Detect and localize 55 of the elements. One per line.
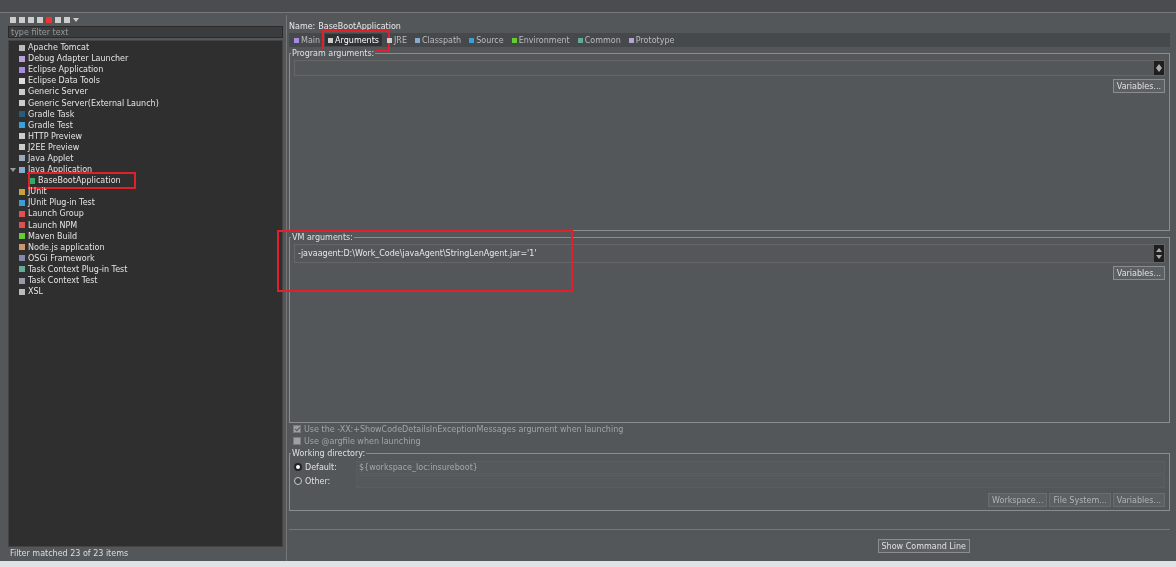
tab[interactable]: Arguments (325, 34, 382, 46)
checkbox-label: Use the -XX:+ShowCodeDetailsInExceptionMessages argument when launching (304, 424, 624, 434)
radio-label: Default: (305, 462, 338, 472)
tree-item[interactable]: Apache Tomcat (28, 43, 90, 53)
scroll-up-icon[interactable] (1156, 248, 1162, 252)
group-title: Program arguments: (291, 49, 376, 58)
tree-item[interactable]: BaseBootApplication (38, 176, 121, 186)
scrollbar[interactable] (1154, 245, 1164, 262)
variables-button[interactable]: Variables... (1112, 266, 1165, 280)
scroll-down-icon[interactable] (1156, 255, 1162, 259)
menu-icon[interactable] (73, 18, 79, 22)
name-label: Name: (289, 21, 316, 31)
tree-item[interactable]: J2EE Preview (28, 142, 80, 152)
group-title: Working directory: (291, 449, 367, 458)
tree-item[interactable]: Task Context Plug-in Test (28, 264, 128, 274)
tree-item[interactable]: Eclipse Application (28, 65, 104, 75)
scroll-up-icon[interactable] (1156, 64, 1162, 68)
checkbox-label: Use @argfile when launching (304, 436, 421, 446)
tree-item[interactable]: HTTP Preview (28, 131, 83, 141)
variables-button[interactable]: Variables... (1112, 79, 1165, 93)
tree-item[interactable]: Maven Build (28, 231, 78, 241)
text-area[interactable]: -javaagent:D:\Work_Code\javaAgent\StringLenAgent.jar='1' (294, 244, 1165, 263)
tree-item[interactable]: OSGi Framework (28, 253, 95, 263)
radio-label: Other: (305, 476, 332, 486)
tab[interactable]: JRE (383, 34, 410, 46)
tree-item[interactable]: Launch Group (28, 209, 84, 219)
name-value: BaseBootApplication (318, 21, 401, 31)
tree-item[interactable]: JUnit Plug-in Test (28, 198, 95, 208)
tree-item[interactable]: Generic Server (28, 87, 88, 97)
tree-item[interactable]: XSL (28, 287, 43, 297)
status-text: Filter matched 23 of 23 items (9, 548, 130, 560)
tab[interactable]: Classpath (411, 34, 465, 46)
tab[interactable]: Common (574, 34, 624, 46)
tree-item[interactable]: Launch NPM (28, 220, 78, 230)
tree-item[interactable]: Generic Server(External Launch) (28, 98, 159, 108)
tree-item[interactable]: Node.js application (28, 242, 105, 252)
tree-item[interactable]: Gradle Task (28, 109, 75, 119)
tab[interactable]: Prototype (625, 34, 678, 46)
tab[interactable]: Environment (508, 34, 573, 46)
tab[interactable]: Source (466, 34, 507, 46)
tree-item[interactable]: Debug Adapter Launcher (28, 54, 129, 64)
filter-field[interactable]: type filter text (8, 26, 283, 38)
show-command-line-button[interactable]: Show Command Line (877, 539, 970, 553)
group-title: VM arguments: (291, 233, 354, 242)
tab[interactable]: Main (291, 34, 324, 46)
radio-button[interactable] (294, 463, 302, 471)
tree-item[interactable]: Java Application (28, 165, 93, 175)
scrollbar[interactable] (1154, 61, 1164, 75)
scroll-down-icon[interactable] (1156, 68, 1162, 72)
tree-item[interactable]: Task Context Test (28, 276, 98, 285)
tree-item[interactable]: Java Applet (28, 154, 74, 163)
tree-item[interactable]: Gradle Test (28, 120, 73, 130)
tree-item[interactable]: Eclipse Data Tools (28, 76, 100, 86)
argument-text: -javaagent:D:\Work_Code\javaAgent\StringLenAgent.jar='1' (298, 249, 537, 258)
tree-item[interactable]: JUnit (28, 187, 47, 197)
